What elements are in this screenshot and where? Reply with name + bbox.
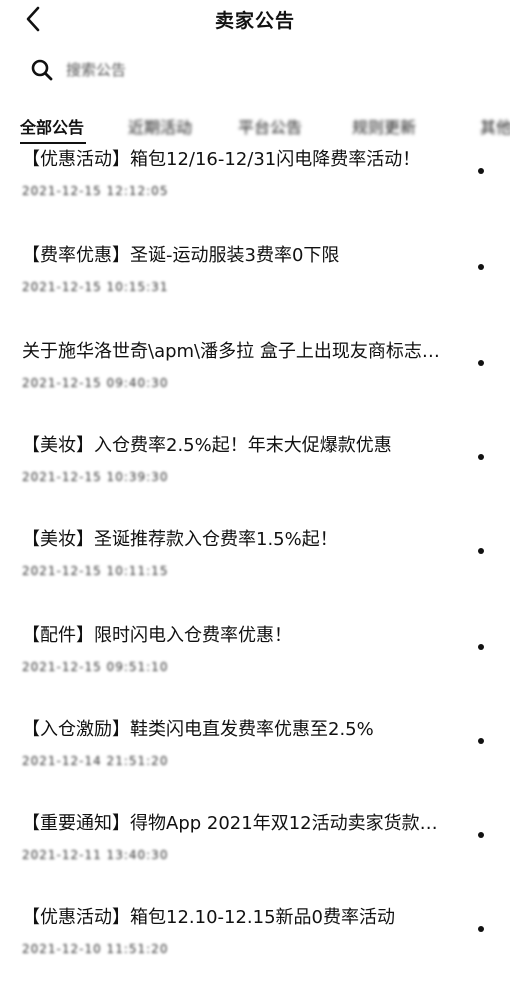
list-item[interactable]: 【配件】限时闪电入仓费率优惠！ 2021-12-15 09:51:10 xyxy=(0,624,510,718)
announcement-title: 【配件】限时闪电入仓费率优惠！ xyxy=(22,625,292,646)
unread-dot xyxy=(478,832,484,838)
unread-dot xyxy=(478,264,484,270)
announcement-time: 2021-12-15 10:39:30 xyxy=(22,470,169,484)
announcement-time: 2021-12-10 11:51:20 xyxy=(22,942,169,956)
announcement-title: 【美妆】入仓费率2.5%起！年末大促爆款优惠 xyxy=(22,435,392,456)
list-item[interactable]: 【美妆】入仓费率2.5%起！年末大促爆款优惠 2021-12-15 10:39:… xyxy=(0,434,510,528)
list-item[interactable]: 关于施华洛世奇\apm\潘多拉 盒子上出现友商标志的说明 2021-12-15 … xyxy=(0,340,510,434)
announcement-time: 2021-12-14 21:51:20 xyxy=(22,754,169,768)
unread-dot xyxy=(478,926,484,932)
page-title: 卖家公告 xyxy=(214,10,295,32)
tab-platform-announcements[interactable]: 平台公告 xyxy=(238,114,302,138)
tab-other[interactable]: 其他 xyxy=(480,114,510,138)
list-item[interactable]: 【优惠活动】箱包12.10-12.15新品0费率活动 2021-12-10 11… xyxy=(0,906,510,1000)
announcement-time: 2021-12-11 13:40:30 xyxy=(22,848,169,862)
unread-dot xyxy=(478,738,484,744)
tab-bar: 全部公告 近期活动 平台公告 规则更新 其他 xyxy=(0,108,510,148)
announcement-title: 【费率优惠】圣诞-运动服装3费率0下限 xyxy=(22,245,340,266)
tab-active-indicator xyxy=(20,142,86,144)
list-item[interactable]: 【费率优惠】圣诞-运动服装3费率0下限 2021-12-15 10:15:31 xyxy=(0,244,510,338)
announcement-time: 2021-12-15 09:51:10 xyxy=(22,660,169,674)
announcement-time: 2021-12-15 09:40:30 xyxy=(22,376,169,390)
announcement-title: 【优惠活动】箱包12/16-12/31闪电降费率活动！ xyxy=(22,149,421,170)
list-item[interactable]: 【美妆】圣诞推荐款入仓费率1.5%起！ 2021-12-15 10:11:15 xyxy=(0,528,510,622)
unread-dot xyxy=(478,644,484,650)
search-bar[interactable] xyxy=(24,54,484,86)
announcement-time: 2021-12-15 10:15:31 xyxy=(22,280,169,294)
list-item[interactable]: 【入仓激励】鞋类闪电直发费率优惠至2.5% 2021-12-14 21:51:2… xyxy=(0,718,510,812)
announcement-time: 2021-12-15 12:12:05 xyxy=(22,184,169,198)
announcement-title: 【入仓激励】鞋类闪电直发费率优惠至2.5% xyxy=(22,719,374,740)
list-item[interactable]: 【优惠活动】箱包12/16-12/31闪电降费率活动！ 2021-12-15 1… xyxy=(0,148,510,242)
unread-dot xyxy=(478,168,484,174)
list-item[interactable]: 【重要通知】得物App 2021年双12活动卖家货款结算说明 2021-12-1… xyxy=(0,812,510,906)
announcement-title: 【重要通知】得物App 2021年双12活动卖家货款结算说明 xyxy=(22,813,452,834)
unread-dot xyxy=(478,360,484,366)
unread-dot xyxy=(478,548,484,554)
announcement-title: 【优惠活动】箱包12.10-12.15新品0费率活动 xyxy=(22,907,396,928)
announcement-title: 关于施华洛世奇\apm\潘多拉 盒子上出现友商标志的说明 xyxy=(22,341,452,362)
tab-all[interactable]: 全部公告 xyxy=(20,114,84,138)
tab-rule-updates[interactable]: 规则更新 xyxy=(352,114,416,138)
nav-bar: 卖家公告 xyxy=(0,0,510,40)
announcement-time: 2021-12-15 10:11:15 xyxy=(22,564,169,578)
tab-recent-activities[interactable]: 近期活动 xyxy=(128,114,192,138)
search-input[interactable] xyxy=(64,60,448,80)
search-icon xyxy=(30,58,54,82)
unread-dot xyxy=(478,454,484,460)
announcement-title: 【美妆】圣诞推荐款入仓费率1.5%起！ xyxy=(22,529,338,550)
